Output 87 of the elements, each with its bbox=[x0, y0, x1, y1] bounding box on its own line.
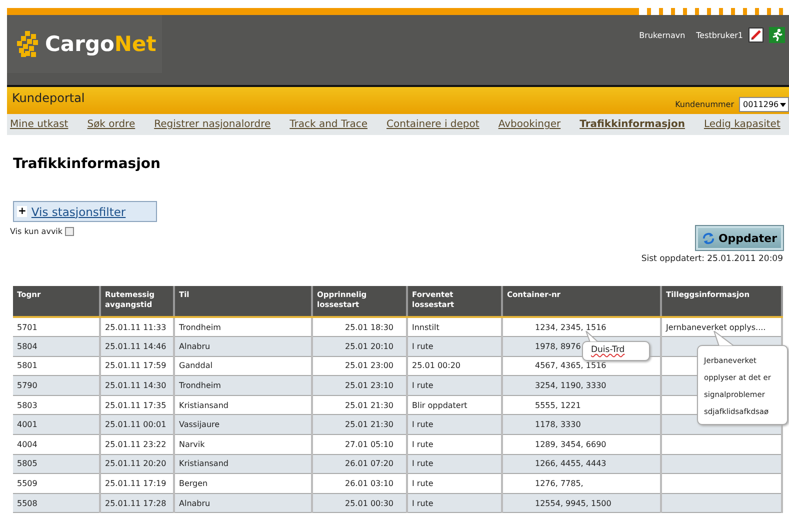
table-cell: 27.01 05:10 bbox=[345, 440, 394, 449]
deviation-checkbox[interactable] bbox=[64, 226, 74, 236]
table-cell: I rute bbox=[412, 440, 434, 449]
table-cell: 25.01.11 17:28 bbox=[105, 498, 166, 508]
deviation-label: Vis kun avvik bbox=[10, 226, 63, 236]
refresh-icon bbox=[702, 232, 716, 244]
table-cell: 26.01 07:20 bbox=[345, 459, 394, 468]
table-cell: 25.01.11 17:19 bbox=[105, 479, 166, 488]
table-cell: 1276, 7785, bbox=[535, 479, 584, 488]
username-value: Testbruker1 bbox=[696, 30, 743, 40]
table-cell: 4001 bbox=[17, 420, 38, 430]
table-cell: 5801 bbox=[17, 361, 38, 370]
caret-icon bbox=[780, 102, 786, 106]
portal-title: Kundeportal bbox=[12, 91, 85, 105]
table-cell: Narvik bbox=[179, 440, 205, 449]
nav-link[interactable]: Avbookinger bbox=[498, 119, 561, 130]
last-updated-text: Sist oppdatert: 25.01.2011 20:09 bbox=[641, 254, 783, 264]
table-cell: 5804 bbox=[17, 342, 38, 351]
customer-number-label: Kundenummer bbox=[675, 100, 734, 109]
table-cell: I rute bbox=[412, 420, 434, 430]
checkered-logo-icon bbox=[17, 31, 39, 57]
table-cell: 25.01 21:30 bbox=[345, 420, 394, 430]
table-cell: Blir oppdatert bbox=[412, 400, 468, 410]
station-filter-link[interactable]: Vis stasjonsfilter bbox=[31, 204, 126, 218]
table-cell: 5701 bbox=[17, 322, 38, 332]
nav-link[interactable]: Ledig kapasitet bbox=[704, 119, 780, 130]
table-cell: 25.01.11 14:30 bbox=[105, 381, 166, 390]
table-cell: 25.01 18:30 bbox=[345, 322, 394, 332]
nav-link[interactable]: Registrer nasjonalordre bbox=[154, 119, 271, 130]
table-cell: 25.01 23:10 bbox=[345, 381, 394, 390]
table-cell: 1234, 2345, 1516 bbox=[535, 322, 606, 332]
table-cell: Kristiansand bbox=[179, 400, 228, 410]
logo-text: CargoNet bbox=[45, 32, 156, 56]
table-cell: 1266, 4455, 4443 bbox=[535, 459, 606, 468]
table-cell: I rute bbox=[412, 479, 434, 488]
table-cell: 1978, 8976 bbox=[535, 342, 581, 351]
table-cell: 25.01.11 11:33 bbox=[105, 322, 166, 332]
table-cell: I rute bbox=[412, 459, 434, 468]
table-cell: 25.01 20:10 bbox=[345, 342, 394, 351]
table-cell: 25.01.11 14:46 bbox=[105, 342, 166, 351]
table-cell: 5509 bbox=[17, 479, 38, 488]
table-cell: 5555, 1221 bbox=[535, 400, 581, 410]
customer-number-dropdown[interactable]: 0011296 bbox=[739, 97, 789, 112]
table-cell: 25.01.11 00:01 bbox=[105, 420, 166, 430]
nav-link[interactable]: Søk ordre bbox=[87, 119, 136, 130]
table-cell: Vassijaure bbox=[179, 420, 220, 430]
table-cell: 4004 bbox=[17, 440, 38, 449]
table-cell: 25.01 21:30 bbox=[345, 400, 394, 410]
table-cell: 3254, 1190, 3330 bbox=[535, 381, 606, 390]
table-cell: I rute bbox=[412, 381, 434, 390]
table-cell: 5508 bbox=[17, 498, 38, 508]
table-cell: Innstilt bbox=[412, 322, 440, 332]
table-cell: Kristiansand bbox=[179, 459, 228, 468]
table-cell: Alnabru bbox=[179, 498, 210, 508]
nav-link[interactable]: Containere i depot bbox=[386, 119, 480, 130]
table-cell: 5803 bbox=[17, 400, 38, 410]
expand-toggle[interactable]: + bbox=[17, 206, 28, 217]
page-title: Trafikkinformasjon bbox=[13, 156, 162, 172]
table-cell: 25.01.11 17:35 bbox=[105, 400, 166, 410]
table-cell: Trondheim bbox=[179, 381, 221, 390]
table-cell: Alnabru bbox=[179, 342, 210, 351]
table-cell: 25.01 00:20 bbox=[412, 361, 460, 370]
table-cell: 12554, 9945, 1500 bbox=[535, 498, 612, 508]
table-cell: Jernbaneverket opplys.... bbox=[666, 322, 766, 332]
table-cell: 4567, 4365, 1516 bbox=[535, 361, 606, 370]
table-cell: Ganddal bbox=[179, 361, 212, 370]
table-cell: 25.01 00:30 bbox=[345, 498, 394, 508]
table-cell: 25.01.11 17:59 bbox=[105, 361, 166, 370]
table-cell: 25.01 23:00 bbox=[345, 361, 394, 370]
edit-icon[interactable] bbox=[748, 27, 764, 43]
nav-link[interactable]: Trafikkinformasjon bbox=[580, 119, 685, 130]
table-cell: 1178, 3330 bbox=[535, 420, 581, 430]
table-cell: 5805 bbox=[17, 459, 38, 468]
running-man-icon[interactable] bbox=[769, 27, 785, 43]
table-cell: 25.01.11 20:20 bbox=[105, 459, 166, 468]
table-cell: Trondheim bbox=[179, 322, 221, 332]
table-cell: Bergen bbox=[179, 479, 208, 488]
table-cell: 1289, 3454, 6690 bbox=[535, 440, 606, 449]
username-label: Brukernavn bbox=[639, 30, 686, 40]
table-cell: 25.01.11 23:22 bbox=[105, 440, 166, 449]
table-cell: I rute bbox=[412, 498, 434, 508]
table-cell: 5790 bbox=[17, 381, 38, 390]
nav-link[interactable]: Mine utkast bbox=[10, 119, 68, 130]
table-cell: 26.01 03:10 bbox=[345, 479, 394, 488]
refresh-button[interactable]: Oppdater bbox=[696, 226, 783, 250]
nav-link[interactable]: Track and Trace bbox=[290, 119, 368, 130]
table-cell: I rute bbox=[412, 342, 434, 351]
